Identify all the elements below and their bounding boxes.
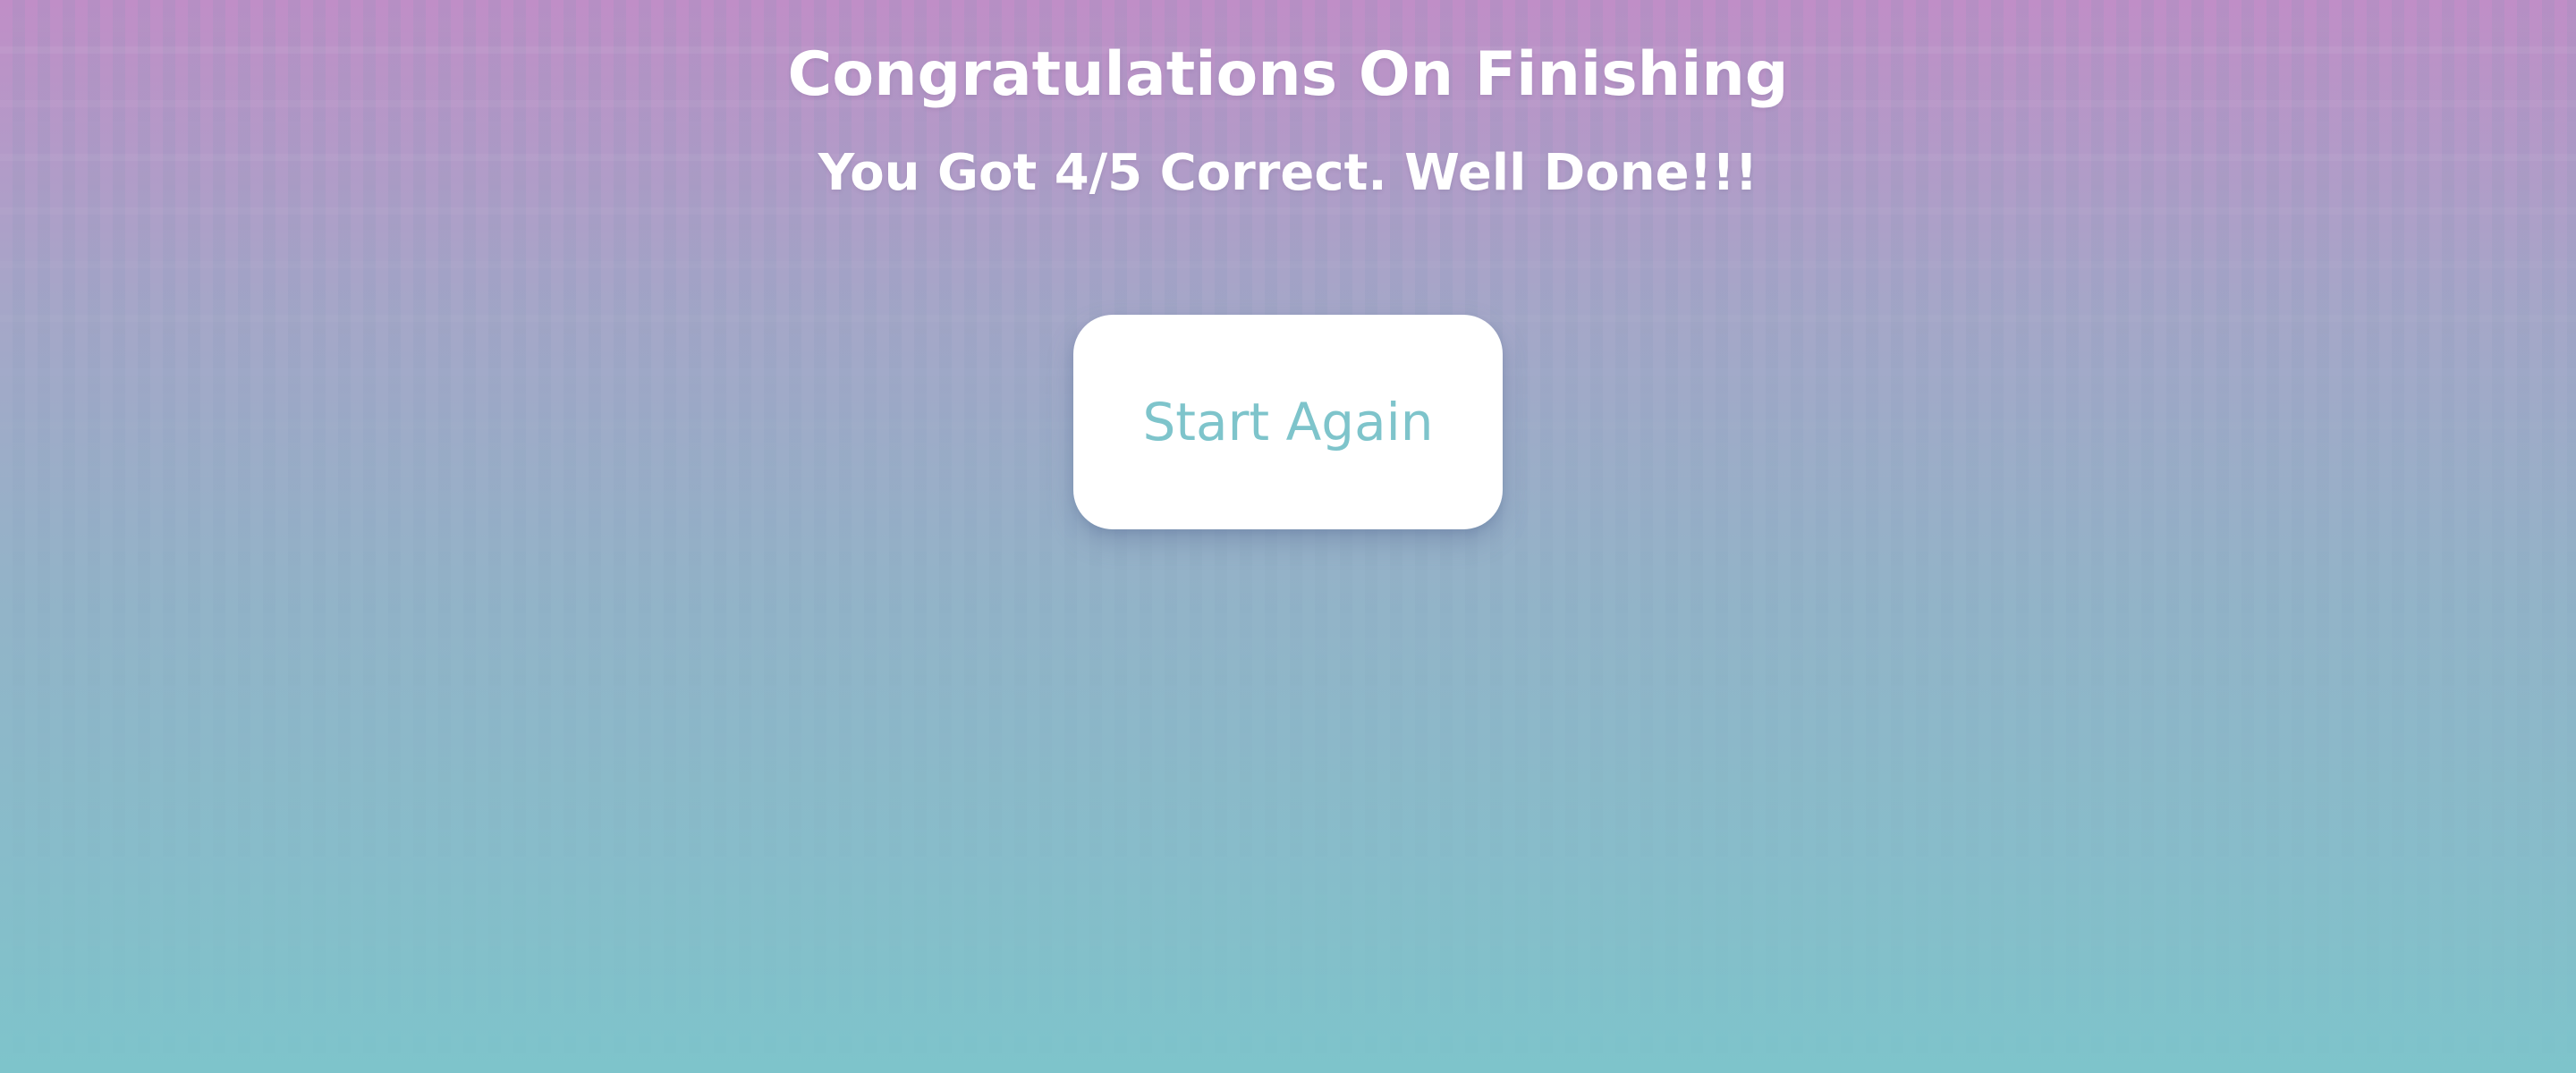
page-title: Congratulations On Finishing — [787, 39, 1789, 110]
score-message: You Got 4/5 Correct. Well Done!!! — [818, 144, 1758, 202]
start-again-button[interactable]: Start Again — [1073, 315, 1503, 529]
